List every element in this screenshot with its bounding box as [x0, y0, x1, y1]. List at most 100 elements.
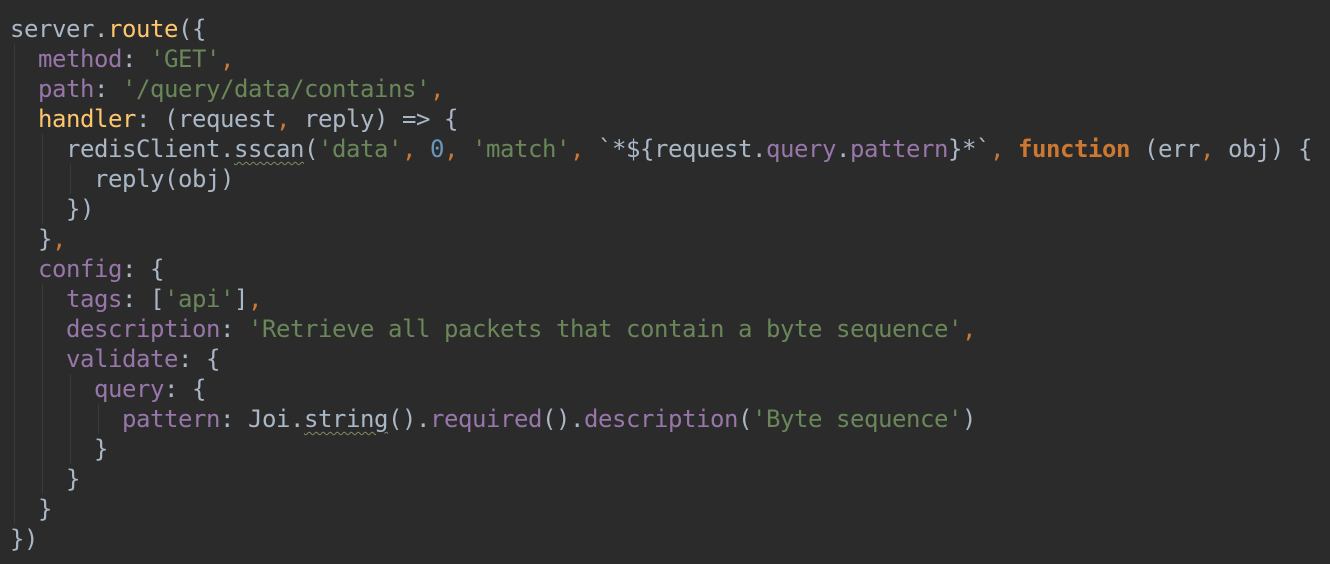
indent-guide — [14, 314, 15, 344]
code-token: , — [961, 315, 976, 343]
code-line[interactable]: validate: { — [0, 344, 1330, 374]
code-token: (). — [388, 405, 430, 433]
code-token: } — [10, 435, 108, 463]
indent-guide — [14, 224, 15, 254]
code-line[interactable]: query: { — [0, 374, 1330, 404]
code-token: ( — [738, 405, 752, 433]
code-token: } — [948, 135, 962, 163]
code-token: route — [108, 15, 178, 43]
code-token: description — [66, 315, 220, 343]
indent-guide — [14, 494, 15, 524]
code-token: ${request. — [626, 135, 766, 163]
code-token: path — [38, 75, 94, 103]
code-line[interactable]: handler: (request, reply) => { — [0, 104, 1330, 134]
code-token: '/query/data/contains' — [122, 75, 430, 103]
indent-guide — [42, 284, 43, 314]
code-token: 'GET' — [150, 45, 220, 73]
code-line[interactable]: description: 'Retrieve all packets that … — [0, 314, 1330, 344]
code-token: : Joi. — [220, 405, 304, 433]
indent-guide — [42, 404, 43, 434]
indent-guide — [42, 434, 43, 464]
code-token: . — [836, 135, 850, 163]
indent-guide — [14, 134, 15, 164]
code-token: reply(obj) — [10, 165, 234, 193]
indent-guide — [42, 134, 43, 164]
indent-guide — [14, 374, 15, 404]
code-token: } — [10, 495, 52, 523]
code-token: : { — [164, 375, 206, 403]
code-token: ( — [304, 135, 318, 163]
code-line[interactable]: server.route({ — [0, 14, 1330, 44]
code-token: } — [10, 225, 52, 253]
code-line[interactable]: method: 'GET', — [0, 44, 1330, 74]
code-token: , — [402, 135, 430, 163]
code-token: . — [94, 15, 108, 43]
code-token: : { — [122, 255, 164, 283]
code-line[interactable]: pattern: Joi.string().required().descrip… — [0, 404, 1330, 434]
code-line[interactable]: } — [0, 494, 1330, 524]
code-token: pattern — [850, 135, 948, 163]
code-token: ` — [598, 135, 612, 163]
code-token: ) — [962, 405, 976, 433]
code-line[interactable]: }, — [0, 224, 1330, 254]
code-token: : [ — [122, 285, 164, 313]
code-token: } — [10, 465, 80, 493]
code-token: 'api' — [164, 285, 234, 313]
indent-guide — [14, 464, 15, 494]
code-token: string — [304, 405, 388, 433]
indent-guide — [70, 374, 71, 404]
code-token: 'data' — [318, 135, 402, 163]
code-line[interactable]: }) — [0, 524, 1330, 554]
code-line[interactable]: } — [0, 434, 1330, 464]
indent-guide — [14, 254, 15, 284]
code-token: : (request — [136, 105, 276, 133]
code-token: query — [766, 135, 836, 163]
code-line[interactable]: }) — [0, 194, 1330, 224]
code-token: : — [220, 315, 248, 343]
indent-guide — [42, 344, 43, 374]
indent-guide — [42, 164, 43, 194]
code-token: , — [429, 75, 444, 103]
code-token: handler — [38, 105, 136, 133]
code-line[interactable]: redisClient.sscan('data', 0, 'match', `*… — [0, 134, 1330, 164]
code-token: , — [220, 45, 234, 73]
code-token: 0 — [430, 135, 444, 163]
indent-guide — [70, 434, 71, 464]
indent-guide — [42, 464, 43, 494]
code-line[interactable]: reply(obj) — [0, 164, 1330, 194]
indent-guide — [14, 284, 15, 314]
code-token: description — [584, 405, 738, 433]
code-token: * — [612, 135, 626, 163]
indent-guide — [14, 44, 15, 74]
code-line[interactable]: } — [0, 464, 1330, 494]
code-line[interactable]: tags: ['api'], — [0, 284, 1330, 314]
indent-guide — [14, 194, 15, 224]
code-token: ] — [234, 285, 248, 313]
code-token: , — [444, 135, 472, 163]
code-line[interactable]: config: { — [0, 254, 1330, 284]
code-token: function — [1018, 135, 1130, 163]
code-token: }) — [10, 525, 38, 553]
code-token: ({ — [178, 15, 206, 43]
indent-guide — [98, 404, 99, 434]
code-token: tags — [66, 285, 122, 313]
code-token: , — [52, 225, 66, 253]
code-editor[interactable]: server.route({ method: 'GET', path: '/qu… — [0, 0, 1330, 564]
code-line[interactable]: path: '/query/data/contains', — [0, 74, 1330, 104]
code-token: sscan — [234, 135, 304, 163]
code-token: : — [122, 45, 150, 73]
code-token: : { — [178, 345, 220, 373]
indent-guide — [42, 314, 43, 344]
code-token: required — [430, 405, 542, 433]
code-token: method — [38, 45, 122, 73]
code-token: * — [962, 135, 976, 163]
code-token: server — [10, 15, 94, 43]
code-token: query — [94, 375, 164, 403]
code-token: , — [1200, 135, 1214, 163]
indent-guide — [14, 404, 15, 434]
indent-guide — [70, 404, 71, 434]
